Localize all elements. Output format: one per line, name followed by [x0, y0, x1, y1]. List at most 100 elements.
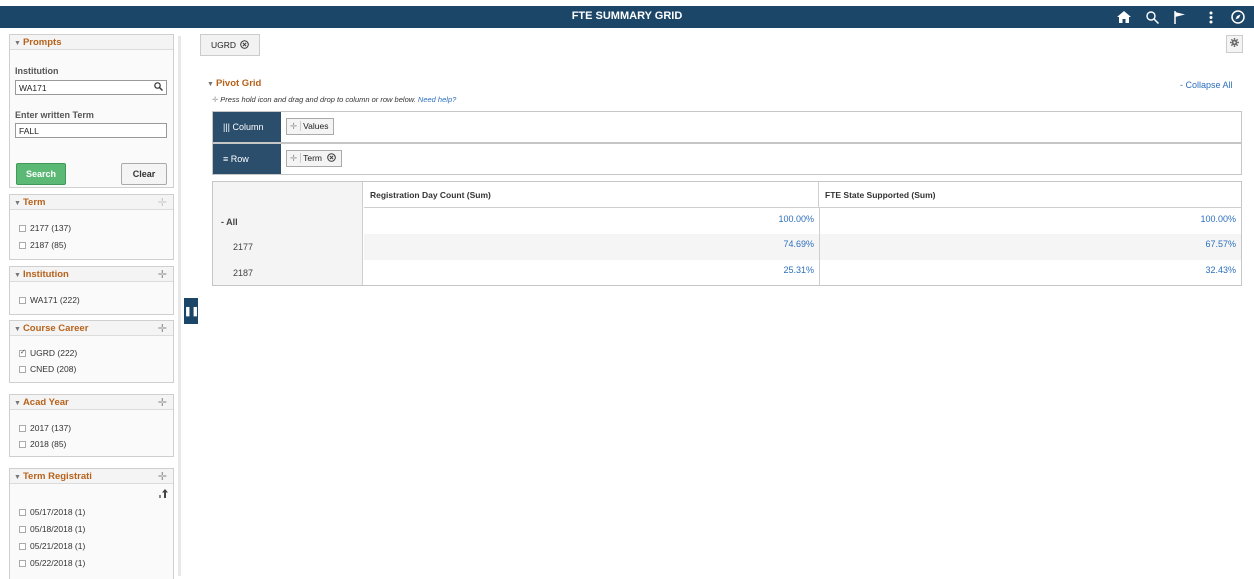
facet-option[interactable]: UGRD (222): [19, 348, 77, 358]
value-cell[interactable]: 74.69%: [364, 237, 819, 263]
checkbox[interactable]: [19, 365, 26, 373]
filter-tag-label: UGRD: [211, 40, 237, 50]
row-zone-label: ≡ Row: [213, 144, 281, 174]
facet-option-label: 05/21/2018 (1): [30, 541, 86, 551]
drag-handle-icon[interactable]: ✛: [290, 121, 302, 131]
facet-term-header[interactable]: ▼ Term ✛: [10, 195, 173, 210]
term-input[interactable]: FALL: [15, 123, 167, 138]
header-divider: [364, 182, 1242, 208]
facet-term-registration-header[interactable]: ▼ Term Registrati ✛: [10, 469, 173, 484]
caret-down-icon: ▼: [14, 326, 21, 333]
facet-option[interactable]: 2187 (85): [19, 240, 66, 250]
facet-term-registration: ▼ Term Registrati ✛ 05/17/2018 (1) 05/18/…: [9, 468, 174, 579]
column-label-text: Column: [232, 122, 264, 132]
facet-option-label: 2017 (137): [30, 423, 72, 433]
home-icon[interactable]: [1116, 9, 1132, 25]
facet-option[interactable]: CNED (208): [19, 364, 76, 374]
filter-tag[interactable]: UGRD: [200, 34, 261, 56]
value-cell[interactable]: 32.43%: [820, 263, 1241, 289]
facet-option[interactable]: 05/21/2018 (1): [19, 541, 85, 551]
facet-option[interactable]: 2177 (137): [19, 223, 71, 233]
row-label-all[interactable]: - All: [221, 217, 238, 227]
sort-ascending-icon[interactable]: [159, 489, 168, 500]
sidebar-scrollbar[interactable]: [178, 36, 181, 576]
column-drop-zone[interactable]: ||| Column ✛ Values: [212, 111, 1242, 143]
row-drop-zone[interactable]: ≡ Row ✛ Term: [212, 143, 1242, 175]
facet-option[interactable]: WA171 (222): [19, 295, 80, 305]
institution-input[interactable]: WA171: [15, 80, 167, 95]
facet-option[interactable]: 2018 (85): [19, 439, 66, 449]
drag-handle-icon[interactable]: ✛: [158, 268, 167, 281]
remove-filter-icon[interactable]: [240, 40, 250, 50]
value-cell[interactable]: 25.31%: [364, 263, 819, 289]
facet-option-label: 05/18/2018 (1): [30, 524, 86, 534]
collapse-all-link[interactable]: - Collapse All: [1180, 80, 1233, 90]
value-cell[interactable]: 100.00%: [820, 212, 1241, 238]
search-icon[interactable]: [1144, 9, 1160, 25]
checkbox[interactable]: [19, 224, 26, 232]
pivot-hint: ✛ Press hold icon and drag and drop to co…: [212, 95, 456, 104]
caret-down-icon: ▼: [14, 200, 21, 207]
facet-option[interactable]: 05/18/2018 (1): [19, 524, 85, 534]
row-label-text: Row: [230, 154, 249, 164]
checkbox[interactable]: [19, 296, 26, 304]
drag-handle-icon[interactable]: ✛: [158, 470, 167, 483]
facet-option-label: CNED (208): [30, 364, 77, 374]
facet-acad-year-header[interactable]: ▼ Acad Year ✛: [10, 395, 173, 410]
facet-institution-header[interactable]: ▼ Institution ✛: [10, 267, 173, 282]
drag-handle-icon[interactable]: ✛: [158, 396, 167, 409]
search-button[interactable]: Search: [16, 163, 66, 185]
prompts-title: Prompts: [22, 37, 62, 48]
checkbox[interactable]: [19, 542, 26, 550]
term-label: Enter written Term: [15, 110, 94, 120]
checkbox[interactable]: [19, 559, 26, 567]
checkbox[interactable]: [19, 440, 26, 448]
pause-icon: ❚❚: [184, 306, 200, 316]
drag-handle-icon: ✛: [212, 95, 219, 104]
checkbox-checked[interactable]: [19, 348, 26, 357]
term-chip-label: Term: [303, 153, 323, 163]
column-zone-label: ||| Column: [213, 112, 281, 142]
facet-option-label: 2187 (85): [30, 240, 67, 250]
value-cell[interactable]: 67.57%: [820, 237, 1241, 263]
settings-gear-icon[interactable]: [1226, 35, 1243, 53]
prompts-panel-header[interactable]: ▼ Prompts: [10, 35, 173, 50]
facet-option-label: 05/22/2018 (1): [30, 558, 86, 568]
term-input-value: FALL: [19, 126, 39, 136]
facet-option[interactable]: 05/17/2018 (1): [19, 507, 85, 517]
facet-title: Term: [22, 197, 46, 208]
values-chip[interactable]: ✛ Values: [286, 118, 335, 135]
need-help-link[interactable]: Need help?: [418, 95, 456, 104]
facet-option[interactable]: 2017 (137): [19, 423, 71, 433]
columns-icon: |||: [223, 122, 231, 132]
remove-term-icon[interactable]: [327, 153, 337, 163]
pivot-title-text: Pivot Grid: [215, 78, 262, 89]
checkbox[interactable]: [19, 424, 26, 432]
flag-icon[interactable]: [1172, 9, 1188, 25]
drag-handle-icon[interactable]: ✛: [158, 196, 167, 209]
checkbox[interactable]: [19, 508, 26, 516]
caret-down-icon: ▼: [14, 40, 21, 47]
app-header: FTE SUMMARY GRID: [0, 6, 1254, 28]
drag-handle-icon[interactable]: ✛: [158, 322, 167, 335]
facet-course-career-header[interactable]: ▼ Course Career ✛: [10, 321, 173, 336]
checkbox[interactable]: [19, 241, 26, 249]
pivot-hint-text: Press hold icon and drag and drop to col…: [220, 95, 416, 104]
checkbox[interactable]: [19, 525, 26, 533]
sidebar: ▼ Prompts Institution WA171 Enter written…: [0, 28, 183, 579]
lookup-icon[interactable]: [154, 82, 163, 93]
navbar-icon[interactable]: [1230, 9, 1246, 25]
facet-option-label: 2018 (85): [30, 439, 67, 449]
clear-button[interactable]: Clear: [121, 163, 167, 185]
facet-option[interactable]: 05/22/2018 (1): [19, 558, 85, 568]
pivot-grid-title[interactable]: ▼ Pivot Grid: [207, 78, 261, 89]
facet-option-label: WA171 (222): [30, 295, 80, 305]
value-cell[interactable]: 100.00%: [364, 212, 819, 238]
more-icon[interactable]: [1203, 9, 1219, 25]
facet-institution: ▼ Institution ✛ WA171 (222): [9, 266, 174, 315]
institution-input-value: WA171: [19, 83, 47, 93]
sidebar-collapse-handle[interactable]: ❚❚: [184, 298, 200, 324]
drag-handle-icon[interactable]: ✛: [290, 153, 302, 163]
pivot-grid-table: Registration Day Count (Sum) FTE State S…: [212, 181, 1242, 286]
term-chip[interactable]: ✛ Term: [286, 150, 343, 167]
